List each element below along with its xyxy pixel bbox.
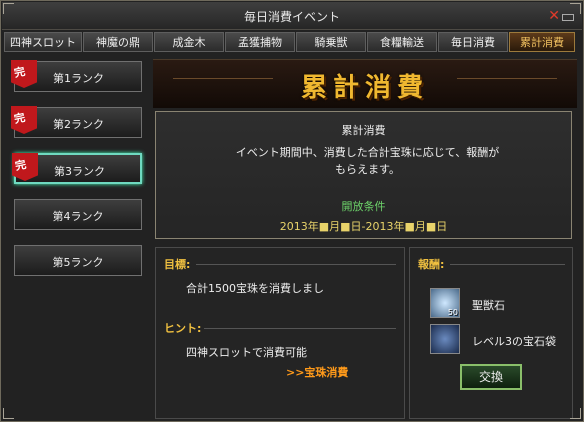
banner-heading: 累計消費 [300,73,429,103]
reward-name: レベル3の宝石袋 [472,335,556,348]
sidebar-item-rank-4[interactable]: 第4ランク [14,199,142,230]
gem-bag-icon[interactable] [430,324,460,354]
completed-badge: 完 [11,60,37,90]
tab-food-transport[interactable]: 食糧輸送 [367,32,437,52]
sidebar-item-rank-1[interactable]: 完 第1ランク [11,60,142,92]
reward-item: レベル3の宝石袋 [430,324,570,358]
rank-label: 第1ランク [53,72,104,85]
close-icon[interactable]: ✕ [548,8,560,24]
completed-badge: 完 [11,106,37,136]
reward-box: 報酬: 50 聖獣石 レベル3の宝石袋 交換 [409,247,573,419]
exchange-button[interactable]: 交換 [460,364,522,390]
tab-cumulative-consume[interactable]: 累計消費 [509,32,575,52]
reward-item: 50 聖獣石 [430,288,570,322]
reward-name: 聖獣石 [472,299,505,312]
sidebar-item-rank-5[interactable]: 第5ランク [14,245,142,276]
divider [204,328,396,329]
title-bar: 毎日消費イベント ✕ [2,2,582,30]
tab-narikin-ki[interactable]: 成金木 [154,32,224,52]
event-window: 毎日消費イベント ✕ 四神スロット 神魔の鼎 成金木 孟獲捕物 騎乗獣 食糧輸送… [0,0,584,422]
hint-text: 四神スロットで消費可能 [186,346,307,359]
tab-shishin-slot[interactable]: 四神スロット [4,32,82,52]
sidebar-item-rank-2[interactable]: 完 第2ランク [11,106,142,138]
tab-bar: 四神スロット 神魔の鼎 成金木 孟獲捕物 騎乗獣 食糧輸送 毎日消費 累計消費 [4,32,582,54]
info-title: 累計消費 [341,124,386,137]
tab-mouka[interactable]: 孟獲捕物 [225,32,295,52]
divider [450,264,565,265]
rank-label: 第4ランク [52,210,104,223]
period-dates: 2013年■月■日-2013年■月■日 [279,220,448,233]
info-description: イベント期間中、消費した合計宝珠に応じて、報酬がもらえます。 [235,146,500,176]
rank-label: 第5ランク [52,256,104,269]
tab-kijouju[interactable]: 騎乗獣 [296,32,366,52]
event-info-box: 累計消費 イベント期間中、消費した合計宝珠に応じて、報酬がもらえます。 開放条件… [155,111,572,239]
goal-box: 目標: 合計1500宝珠を消費しまし ヒント: 四神スロットで消費可能 >>宝珠… [155,247,405,419]
window-title: 毎日消費イベント [243,10,340,24]
rank-sidebar: 完 第1ランク 完 第2ランク 完 第3ランク 第4ランク 第5ランク [11,60,144,291]
rank-label: 第2ランク [53,118,104,131]
goal-label: 目標: [164,258,191,271]
tab-daily-consume[interactable]: 毎日消費 [438,32,508,52]
item-count: 50 [447,308,458,317]
sidebar-item-rank-3[interactable]: 完 第3ランク [12,153,142,184]
beast-stone-icon[interactable]: 50 [430,288,460,318]
banner: 累計消費 [153,59,577,108]
goal-text: 合計1500宝珠を消費しまし [186,282,324,295]
completed-badge: 完 [12,153,38,183]
main-panel: 累計消費 累計消費 イベント期間中、消費した合計宝珠に応じて、報酬がもらえます。… [153,59,581,419]
reward-label: 報酬: [418,258,445,271]
period-title: 開放条件 [341,200,386,213]
consume-link[interactable]: >>宝珠消費 [286,364,348,380]
hint-label: ヒント: [164,322,202,335]
tab-shinma-kanae[interactable]: 神魔の鼎 [83,32,153,52]
minimize-icon[interactable] [562,14,574,21]
rank-label: 第3ランク [54,165,105,178]
divider [196,264,396,265]
